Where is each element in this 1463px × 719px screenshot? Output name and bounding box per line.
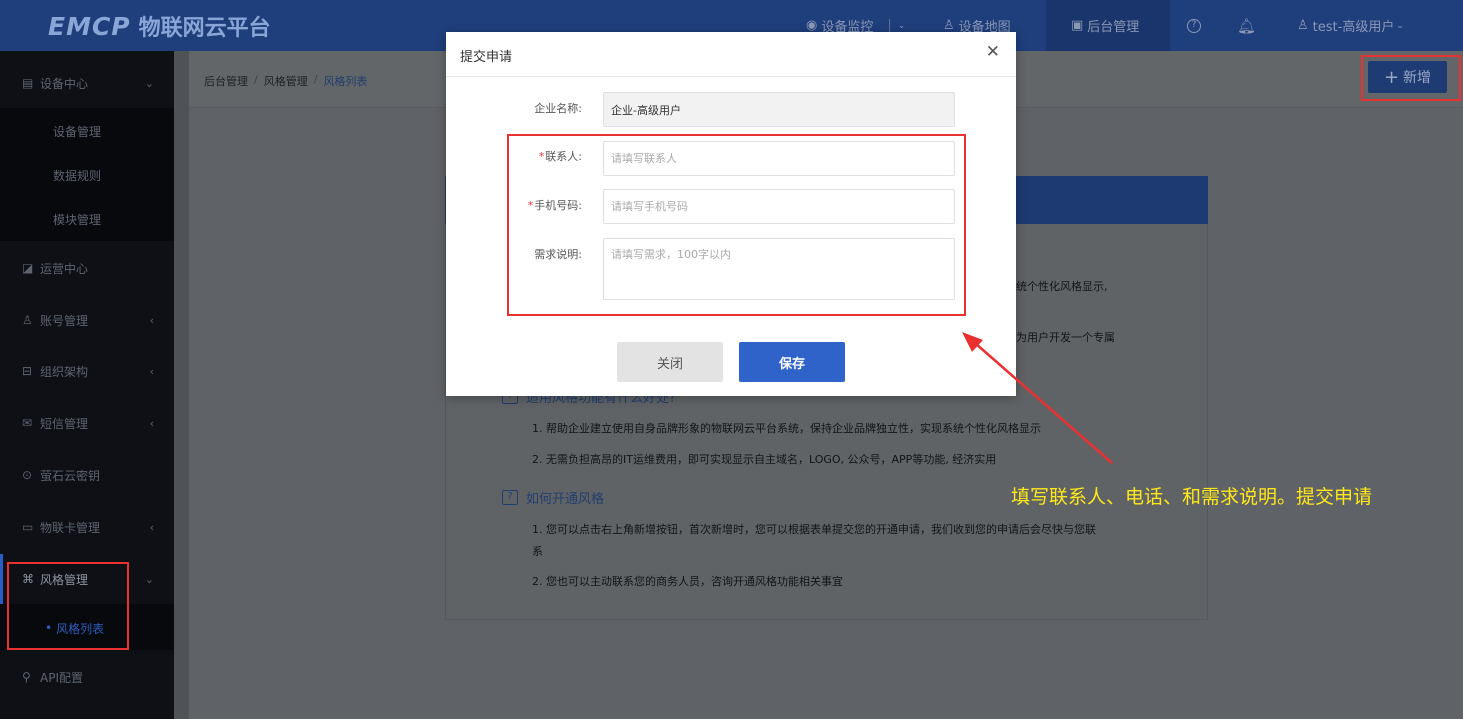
annotation-text: 填写联系人、电话、和需求说明。提交申请 [1011, 486, 1373, 508]
annotation-arrow [962, 332, 1113, 464]
